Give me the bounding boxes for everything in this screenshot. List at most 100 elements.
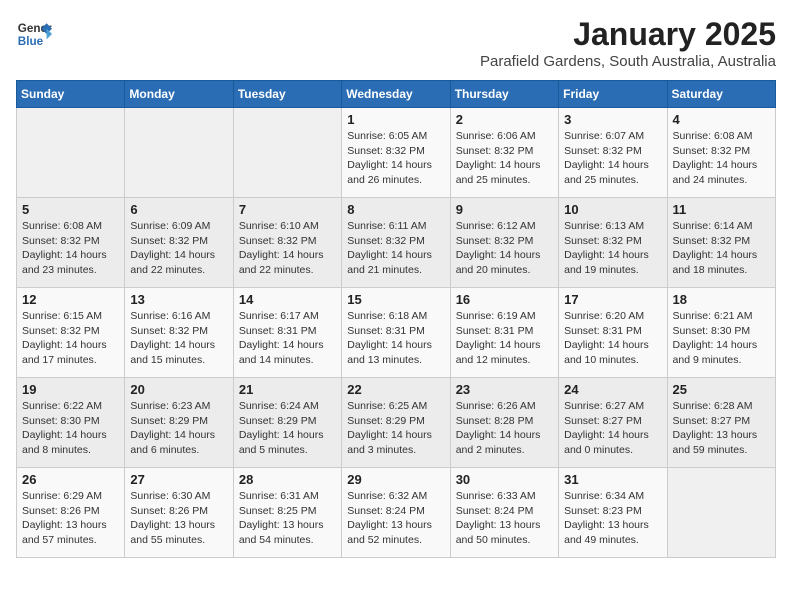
calendar-day-cell: 18 Sunrise: 6:21 AMSunset: 8:30 PMDayligh…	[667, 288, 775, 378]
day-info: Sunrise: 6:27 AMSunset: 8:27 PMDaylight:…	[564, 399, 661, 458]
day-number: 13	[130, 292, 227, 307]
day-info: Sunrise: 6:14 AMSunset: 8:32 PMDaylight:…	[673, 219, 770, 278]
day-number: 28	[239, 472, 336, 487]
day-info: Sunrise: 6:07 AMSunset: 8:32 PMDaylight:…	[564, 129, 661, 188]
location-title: Parafield Gardens, South Australia, Aust…	[480, 53, 776, 70]
day-info: Sunrise: 6:06 AMSunset: 8:32 PMDaylight:…	[456, 129, 553, 188]
day-number: 16	[456, 292, 553, 307]
month-title: January 2025	[480, 16, 776, 53]
weekday-header-row: SundayMondayTuesdayWednesdayThursdayFrid…	[17, 81, 776, 108]
day-info: Sunrise: 6:28 AMSunset: 8:27 PMDaylight:…	[673, 399, 770, 458]
calendar-day-cell: 9Sunrise: 6:12 AMSunset: 8:32 PMDaylight…	[450, 198, 558, 288]
day-info: Sunrise: 6:25 AMSunset: 8:29 PMDaylight:…	[347, 399, 444, 458]
page-header: General Blue January 2025 Parafield Gard…	[16, 16, 776, 70]
weekday-header-tuesday: Tuesday	[233, 81, 341, 108]
day-number: 7	[239, 202, 336, 217]
day-info: Sunrise: 6:30 AMSunset: 8:26 PMDaylight:…	[130, 489, 227, 548]
calendar-day-cell: 12Sunrise: 6:15 AMSunset: 8:32 PMDayligh…	[17, 288, 125, 378]
day-info: Sunrise: 6:16 AMSunset: 8:32 PMDaylight:…	[130, 309, 227, 368]
weekday-header-thursday: Thursday	[450, 81, 558, 108]
day-info: Sunrise: 6:22 AMSunset: 8:30 PMDaylight:…	[22, 399, 119, 458]
day-number: 29	[347, 472, 444, 487]
svg-text:Blue: Blue	[18, 35, 44, 48]
day-info: Sunrise: 6:29 AMSunset: 8:26 PMDaylight:…	[22, 489, 119, 548]
calendar-day-cell: 10 Sunrise: 6:13 AMSunset: 8:32 PMDayligh…	[559, 198, 667, 288]
day-number: 31	[564, 472, 661, 487]
calendar-week-row: 26 Sunrise: 6:29 AMSunset: 8:26 PMDayligh…	[17, 468, 776, 558]
calendar-day-cell: 23 Sunrise: 6:26 AMSunset: 8:28 PMDayligh…	[450, 378, 558, 468]
day-info: Sunrise: 6:26 AMSunset: 8:28 PMDaylight:…	[456, 399, 553, 458]
calendar-day-cell: 20Sunrise: 6:23 AMSunset: 8:29 PMDayligh…	[125, 378, 233, 468]
weekday-header-wednesday: Wednesday	[342, 81, 450, 108]
day-info: Sunrise: 6:34 AMSunset: 8:23 PMDaylight:…	[564, 489, 661, 548]
calendar-week-row: 19 Sunrise: 6:22 AMSunset: 8:30 PMDayligh…	[17, 378, 776, 468]
day-number: 30	[456, 472, 553, 487]
calendar-day-cell: 27Sunrise: 6:30 AMSunset: 8:26 PMDayligh…	[125, 468, 233, 558]
logo: General Blue	[16, 16, 52, 52]
day-info: Sunrise: 6:33 AMSunset: 8:24 PMDaylight:…	[456, 489, 553, 548]
calendar-day-cell: 24 Sunrise: 6:27 AMSunset: 8:27 PMDayligh…	[559, 378, 667, 468]
calendar-day-cell: 25 Sunrise: 6:28 AMSunset: 8:27 PMDayligh…	[667, 378, 775, 468]
day-number: 17	[564, 292, 661, 307]
day-number: 2	[456, 112, 553, 127]
day-number: 22	[347, 382, 444, 397]
day-info: Sunrise: 6:21 AMSunset: 8:30 PMDaylight:…	[673, 309, 770, 368]
calendar-day-cell: 19 Sunrise: 6:22 AMSunset: 8:30 PMDayligh…	[17, 378, 125, 468]
day-number: 14	[239, 292, 336, 307]
day-info: Sunrise: 6:15 AMSunset: 8:32 PMDaylight:…	[22, 309, 119, 368]
calendar-day-cell: 16 Sunrise: 6:19 AMSunset: 8:31 PMDayligh…	[450, 288, 558, 378]
day-number: 6	[130, 202, 227, 217]
day-number: 10	[564, 202, 661, 217]
day-info: Sunrise: 6:24 AMSunset: 8:29 PMDaylight:…	[239, 399, 336, 458]
calendar-day-cell: 11 Sunrise: 6:14 AMSunset: 8:32 PMDayligh…	[667, 198, 775, 288]
calendar-day-cell	[667, 468, 775, 558]
day-info: Sunrise: 6:19 AMSunset: 8:31 PMDaylight:…	[456, 309, 553, 368]
day-number: 24	[564, 382, 661, 397]
day-number: 26	[22, 472, 119, 487]
calendar-day-cell: 4Sunrise: 6:08 AMSunset: 8:32 PMDaylight…	[667, 108, 775, 198]
calendar-day-cell: 13 Sunrise: 6:16 AMSunset: 8:32 PMDayligh…	[125, 288, 233, 378]
calendar-table: SundayMondayTuesdayWednesdayThursdayFrid…	[16, 80, 776, 558]
day-number: 15	[347, 292, 444, 307]
calendar-day-cell: 14 Sunrise: 6:17 AMSunset: 8:31 PMDayligh…	[233, 288, 341, 378]
calendar-week-row: 12Sunrise: 6:15 AMSunset: 8:32 PMDayligh…	[17, 288, 776, 378]
calendar-day-cell: 7Sunrise: 6:10 AMSunset: 8:32 PMDaylight…	[233, 198, 341, 288]
calendar-day-cell: 17 Sunrise: 6:20 AMSunset: 8:31 PMDayligh…	[559, 288, 667, 378]
day-info: Sunrise: 6:11 AMSunset: 8:32 PMDaylight:…	[347, 219, 444, 278]
calendar-day-cell	[17, 108, 125, 198]
day-number: 19	[22, 382, 119, 397]
day-number: 4	[673, 112, 770, 127]
day-info: Sunrise: 6:05 AMSunset: 8:32 PMDaylight:…	[347, 129, 444, 188]
day-number: 21	[239, 382, 336, 397]
day-info: Sunrise: 6:09 AMSunset: 8:32 PMDaylight:…	[130, 219, 227, 278]
day-info: Sunrise: 6:13 AMSunset: 8:32 PMDaylight:…	[564, 219, 661, 278]
day-number: 8	[347, 202, 444, 217]
calendar-day-cell: 6 Sunrise: 6:09 AMSunset: 8:32 PMDaylight…	[125, 198, 233, 288]
day-number: 23	[456, 382, 553, 397]
day-info: Sunrise: 6:32 AMSunset: 8:24 PMDaylight:…	[347, 489, 444, 548]
calendar-day-cell	[233, 108, 341, 198]
day-number: 18	[673, 292, 770, 307]
day-number: 11	[673, 202, 770, 217]
day-info: Sunrise: 6:23 AMSunset: 8:29 PMDaylight:…	[130, 399, 227, 458]
logo-icon: General Blue	[16, 16, 52, 52]
calendar-day-cell: 2 Sunrise: 6:06 AMSunset: 8:32 PMDaylight…	[450, 108, 558, 198]
day-number: 3	[564, 112, 661, 127]
calendar-day-cell: 31 Sunrise: 6:34 AMSunset: 8:23 PMDayligh…	[559, 468, 667, 558]
calendar-day-cell: 29 Sunrise: 6:32 AMSunset: 8:24 PMDayligh…	[342, 468, 450, 558]
calendar-day-cell: 28Sunrise: 6:31 AMSunset: 8:25 PMDayligh…	[233, 468, 341, 558]
calendar-day-cell: 30 Sunrise: 6:33 AMSunset: 8:24 PMDayligh…	[450, 468, 558, 558]
calendar-week-row: 5Sunrise: 6:08 AMSunset: 8:32 PMDaylight…	[17, 198, 776, 288]
calendar-day-cell: 5Sunrise: 6:08 AMSunset: 8:32 PMDaylight…	[17, 198, 125, 288]
calendar-day-cell: 8 Sunrise: 6:11 AMSunset: 8:32 PMDaylight…	[342, 198, 450, 288]
title-block: January 2025 Parafield Gardens, South Au…	[480, 16, 776, 70]
calendar-day-cell: 1 Sunrise: 6:05 AMSunset: 8:32 PMDaylight…	[342, 108, 450, 198]
day-number: 1	[347, 112, 444, 127]
day-info: Sunrise: 6:17 AMSunset: 8:31 PMDaylight:…	[239, 309, 336, 368]
day-info: Sunrise: 6:20 AMSunset: 8:31 PMDaylight:…	[564, 309, 661, 368]
calendar-day-cell	[125, 108, 233, 198]
calendar-day-cell: 15Sunrise: 6:18 AMSunset: 8:31 PMDayligh…	[342, 288, 450, 378]
calendar-day-cell: 22 Sunrise: 6:25 AMSunset: 8:29 PMDayligh…	[342, 378, 450, 468]
day-number: 25	[673, 382, 770, 397]
calendar-day-cell: 3 Sunrise: 6:07 AMSunset: 8:32 PMDaylight…	[559, 108, 667, 198]
